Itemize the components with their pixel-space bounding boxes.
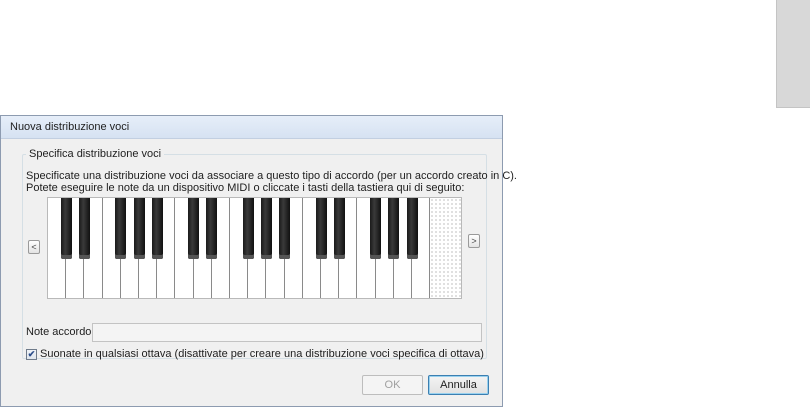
description-line-1: Specificate una distribuzione voci da as… <box>26 170 517 182</box>
black-key[interactable] <box>406 198 418 259</box>
scroll-left-button[interactable]: < <box>28 240 40 254</box>
chord-notes-label: Note accordo: <box>26 326 95 338</box>
black-key[interactable] <box>333 198 345 259</box>
ok-button[interactable]: OK <box>362 375 423 395</box>
black-key[interactable] <box>242 198 254 259</box>
black-key[interactable] <box>260 198 272 259</box>
dialog-title: Nuova distribuzione voci <box>10 121 130 133</box>
groupbox-label: Specifica distribuzione voci <box>26 148 165 160</box>
chord-notes-field[interactable] <box>92 323 482 342</box>
piano-keyboard[interactable] <box>47 197 462 299</box>
black-key[interactable] <box>78 198 90 259</box>
black-key[interactable] <box>388 198 400 259</box>
black-key[interactable] <box>133 198 145 259</box>
black-key[interactable] <box>60 198 72 259</box>
keyboard-fade-overlay <box>430 198 461 298</box>
cancel-button[interactable]: Annulla <box>428 375 489 395</box>
description-line-2: Potete eseguire le note da un dispositiv… <box>26 182 465 194</box>
any-octave-label[interactable]: Suonate in qualsiasi ottava (disattivate… <box>40 348 484 360</box>
scroll-right-button[interactable]: > <box>468 234 480 248</box>
black-key[interactable] <box>188 198 200 259</box>
black-key[interactable] <box>370 198 382 259</box>
new-voicing-dialog: Nuova distribuzione voci Specifica distr… <box>0 115 517 407</box>
black-key[interactable] <box>279 198 291 259</box>
background-side-panel <box>776 0 810 108</box>
black-key[interactable] <box>115 198 127 259</box>
black-key[interactable] <box>206 198 218 259</box>
any-octave-checkbox[interactable]: ✔ <box>26 349 37 360</box>
black-key[interactable] <box>151 198 163 259</box>
dialog-titlebar: Nuova distribuzione voci <box>1 116 502 139</box>
black-key[interactable] <box>315 198 327 259</box>
